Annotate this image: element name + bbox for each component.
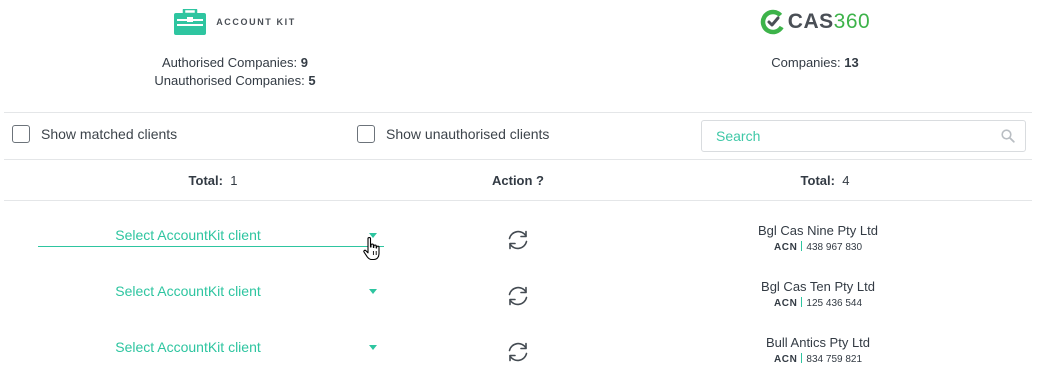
unauthorised-companies-stat: Unauthorised Companies: 5 bbox=[70, 72, 400, 90]
cas360-companies-stat: Companies: 13 bbox=[640, 54, 990, 72]
select-accountkit-client-label: Select AccountKit client bbox=[115, 339, 261, 355]
left-total-header: Total: 1 bbox=[90, 173, 336, 188]
acn-separator bbox=[801, 353, 803, 363]
acn-value: 438 967 830 bbox=[806, 242, 863, 253]
cas360-panel: CAS360 Companies: 13 bbox=[640, 0, 990, 72]
cas360-client: Bull Antics Pty Ltd ACN 834 759 821 bbox=[700, 335, 936, 366]
hand-cursor-icon bbox=[363, 236, 380, 261]
search-box[interactable] bbox=[701, 120, 1026, 152]
sync-icon[interactable] bbox=[505, 228, 531, 252]
select-underline bbox=[38, 246, 384, 247]
unauthorised-label: Unauthorised Companies: bbox=[154, 73, 305, 88]
filters-bar: Show matched clients Show unauthorised c… bbox=[0, 113, 1044, 159]
right-total-header: Total: 4 bbox=[700, 173, 950, 188]
search-input[interactable] bbox=[714, 127, 1001, 145]
acn-label: ACN bbox=[773, 354, 798, 365]
accountkit-logo-text: ACCOUNT KIT bbox=[216, 17, 296, 27]
sync-icon[interactable] bbox=[505, 340, 531, 364]
acn-label: ACN bbox=[773, 242, 798, 253]
client-acn: ACN 834 759 821 bbox=[700, 353, 936, 366]
select-accountkit-client-dropdown[interactable]: Select AccountKit client bbox=[38, 283, 384, 317]
client-name: Bgl Cas Nine Pty Ltd bbox=[758, 223, 878, 238]
table-row: Select AccountKit client Bgl Cas Nine Pt… bbox=[0, 212, 1044, 268]
acn-separator bbox=[801, 297, 803, 307]
client-acn: ACN 438 967 830 bbox=[700, 241, 936, 254]
cas360-client: Bgl Cas Nine Pty Ltd ACN 438 967 830 bbox=[700, 223, 936, 254]
acn-value: 834 759 821 bbox=[806, 354, 863, 365]
table-header: Total: 1 Action ? Total: 4 bbox=[0, 160, 1044, 200]
action-label: Action ? bbox=[492, 173, 544, 188]
client-name: Bull Antics Pty Ltd bbox=[765, 335, 871, 350]
client-name: Bgl Cas Ten Pty Ltd bbox=[761, 279, 875, 294]
sync-icon[interactable] bbox=[505, 284, 531, 308]
header: ACCOUNT KIT Authorised Companies: 9 Unau… bbox=[0, 0, 1044, 112]
select-accountkit-client-dropdown[interactable]: Select AccountKit client bbox=[38, 227, 384, 261]
show-matched-clients-toggle[interactable]: Show matched clients bbox=[12, 125, 177, 143]
left-total-label: Total: bbox=[188, 173, 223, 188]
authorised-label: Authorised Companies: bbox=[162, 55, 298, 70]
select-accountkit-client-label: Select AccountKit client bbox=[115, 283, 261, 299]
companies-count: 13 bbox=[844, 55, 859, 70]
show-matched-label: Show matched clients bbox=[41, 126, 178, 142]
cas360-logo-text: CAS360 bbox=[788, 10, 870, 34]
cas360-logo: CAS360 bbox=[640, 4, 990, 40]
action-header: Action ? bbox=[468, 173, 568, 188]
select-accountkit-client-dropdown[interactable]: Select AccountKit client bbox=[38, 339, 384, 373]
table-row: Select AccountKit client Bgl Cas Ten Pty… bbox=[0, 268, 1044, 324]
show-unauthorised-checkbox[interactable] bbox=[357, 125, 375, 143]
right-total-value: 4 bbox=[842, 173, 850, 188]
companies-label: Companies: bbox=[771, 55, 841, 70]
acn-label: ACN bbox=[773, 298, 798, 309]
acn-separator bbox=[801, 241, 803, 251]
search-icon[interactable] bbox=[1001, 129, 1015, 143]
select-accountkit-client-label: Select AccountKit client bbox=[115, 227, 261, 243]
client-acn: ACN 125 436 544 bbox=[700, 297, 936, 310]
unauthorised-count: 5 bbox=[308, 73, 316, 88]
left-total-value: 1 bbox=[230, 173, 238, 188]
briefcase-icon bbox=[174, 9, 207, 35]
show-unauthorised-label: Show unauthorised clients bbox=[386, 126, 550, 142]
acn-value: 125 436 544 bbox=[806, 298, 863, 309]
accountkit-logo: ACCOUNT KIT bbox=[70, 4, 400, 40]
cas-logo-number: 360 bbox=[833, 10, 871, 33]
authorised-companies-stat: Authorised Companies: 9 bbox=[70, 54, 400, 72]
caret-down-icon[interactable] bbox=[369, 289, 377, 294]
show-matched-checkbox[interactable] bbox=[12, 125, 30, 143]
accountkit-panel: ACCOUNT KIT Authorised Companies: 9 Unau… bbox=[70, 0, 400, 90]
table-header-divider bbox=[4, 200, 1032, 201]
table-row: Select AccountKit client Bull Antics Pty… bbox=[0, 324, 1044, 380]
cas360-logo-icon bbox=[760, 9, 786, 35]
right-total-label: Total: bbox=[800, 173, 835, 188]
cas-logo-letters: CAS bbox=[787, 10, 834, 33]
cas360-client: Bgl Cas Ten Pty Ltd ACN 125 436 544 bbox=[700, 279, 936, 310]
show-unauthorised-clients-toggle[interactable]: Show unauthorised clients bbox=[357, 125, 549, 143]
authorised-count: 9 bbox=[300, 55, 308, 70]
caret-down-icon[interactable] bbox=[369, 345, 377, 350]
